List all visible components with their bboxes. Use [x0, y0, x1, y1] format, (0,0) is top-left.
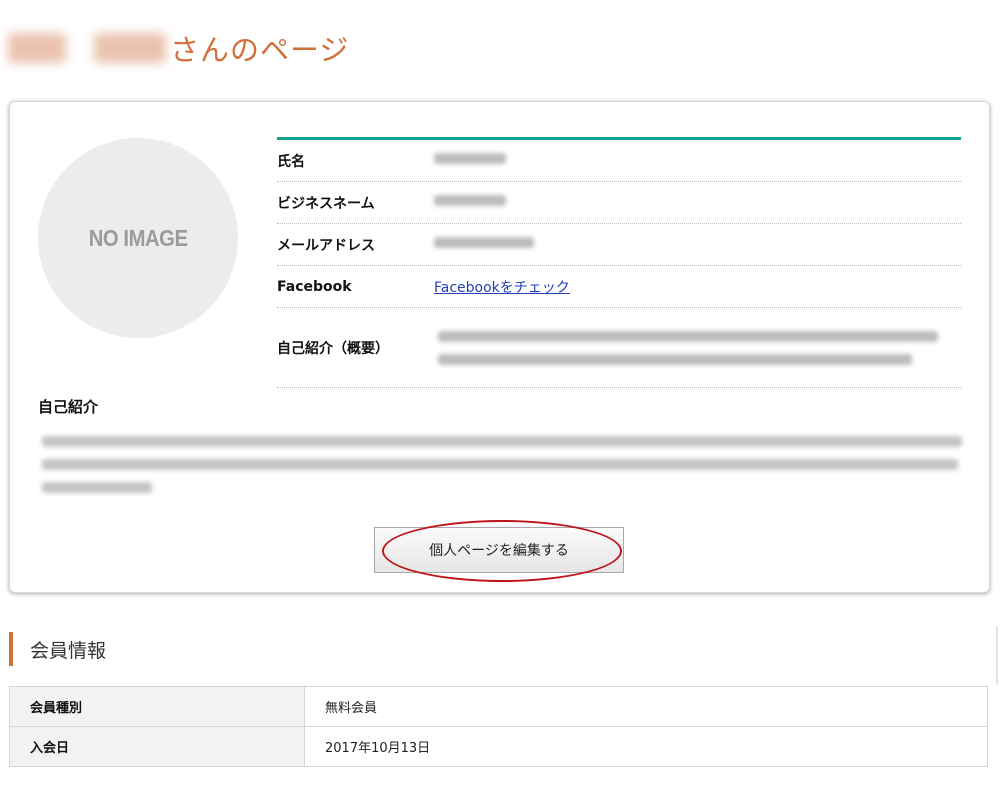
redacted-email: [434, 237, 534, 248]
membership-key-join-date: 入会日: [9, 726, 305, 767]
redacted-summary-line: [438, 353, 912, 365]
profile-label-business-name: ビジネスネーム: [277, 195, 375, 212]
avatar-placeholder-text: NO IMAGE: [88, 224, 188, 251]
redacted-given-name: [94, 33, 166, 63]
page-title: さんのページ: [8, 26, 349, 70]
table-row: 会員種別 無料会員: [9, 686, 988, 727]
page-title-suffix: さんのページ: [170, 33, 350, 67]
right-divider: [996, 626, 998, 684]
redacted-summary-line: [438, 330, 938, 342]
profile-value-summary: [434, 330, 961, 365]
profile-label-name: 氏名: [277, 153, 305, 170]
intro-heading: 自己紹介: [38, 398, 99, 416]
redacted-name: [434, 153, 506, 164]
membership-value-join-date: 2017年10月13日: [304, 726, 988, 767]
profile-value-business-name: [434, 195, 961, 210]
membership-key-type: 会員種別: [9, 686, 305, 727]
profile-label-email: メールアドレス: [277, 237, 375, 254]
profile-row-name: 氏名: [277, 140, 961, 182]
profile-value-name: [434, 153, 961, 168]
profile-row-business-name: ビジネスネーム: [277, 182, 961, 224]
profile-row-email: メールアドレス: [277, 224, 961, 266]
membership-table: 会員種別 無料会員 入会日 2017年10月13日: [9, 686, 988, 767]
profile-table: 氏名 ビジネスネーム メールアドレス Facebook Facebookをチェッ…: [277, 137, 961, 388]
intro-body: [42, 436, 964, 493]
profile-label-summary: 自己紹介（概要）: [277, 340, 389, 357]
table-row: 入会日 2017年10月13日: [9, 726, 988, 767]
membership-heading: 会員情報: [9, 632, 106, 666]
profile-label-facebook: Facebook: [277, 278, 352, 295]
profile-card: NO IMAGE 氏名 ビジネスネーム メールアドレス Facebook Fac…: [9, 101, 990, 593]
avatar: NO IMAGE: [38, 138, 238, 338]
membership-value-type: 無料会員: [304, 686, 988, 727]
redacted-intro-line: [42, 459, 958, 470]
facebook-link[interactable]: Facebookをチェック: [434, 280, 570, 296]
redacted-surname: [8, 33, 66, 63]
profile-value-facebook: Facebookをチェック: [434, 277, 961, 297]
redacted-intro-line: [42, 436, 962, 447]
redacted-business-name: [434, 195, 506, 206]
profile-row-facebook: Facebook Facebookをチェック: [277, 266, 961, 308]
profile-row-summary: 自己紹介（概要）: [277, 308, 961, 388]
profile-value-email: [434, 237, 961, 252]
edit-personal-page-button[interactable]: 個人ページを編集する: [374, 527, 624, 573]
redacted-intro-line: [42, 482, 152, 493]
